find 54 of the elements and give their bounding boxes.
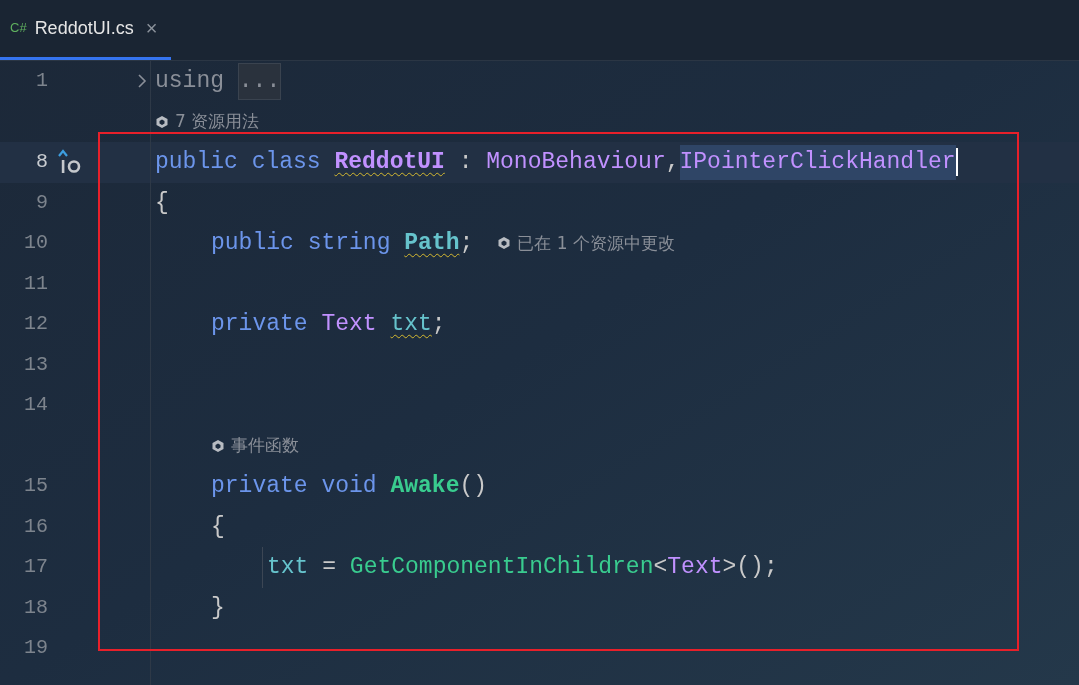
file-tab[interactable]: C# ReddotUI.cs × xyxy=(0,0,172,60)
line-number: 13 xyxy=(24,351,48,378)
code-token: Text xyxy=(667,553,723,582)
code-token: Text xyxy=(321,310,377,339)
line-number: 16 xyxy=(24,513,48,540)
code-token: MonoBehaviour xyxy=(486,148,666,177)
code-token: Path xyxy=(404,229,460,258)
code-token: { xyxy=(155,188,169,218)
usage-hint[interactable]: 已在 1 个资源中更改 xyxy=(517,230,675,256)
usage-hint[interactable]: 事件函数 xyxy=(231,433,299,459)
code-token: IPointerClickHandler xyxy=(679,145,956,180)
code-token: class xyxy=(251,148,321,177)
code-token: { xyxy=(211,512,225,542)
usage-hint[interactable]: 7 资源用法 xyxy=(175,109,260,135)
code-token: using xyxy=(155,67,224,96)
code-token: Awake xyxy=(390,472,460,501)
code-token: GetComponentInChildren xyxy=(349,553,654,582)
line-number: 19 xyxy=(24,635,48,662)
line-number: 17 xyxy=(24,554,48,581)
code-token: txt xyxy=(390,310,432,339)
line-number: 15 xyxy=(24,473,48,500)
line-number: 9 xyxy=(36,189,48,216)
tab-title: ReddotUI.cs xyxy=(34,16,134,40)
code-token: public xyxy=(155,148,238,177)
code-token: } xyxy=(211,593,225,623)
line-number: 8 xyxy=(36,149,48,176)
code-token: private xyxy=(211,472,308,501)
folded-code[interactable]: ... xyxy=(237,63,282,100)
code-token: = xyxy=(322,553,337,582)
code-token: ReddotUI xyxy=(334,148,445,177)
line-number: 1 xyxy=(36,68,48,95)
close-button[interactable]: × xyxy=(141,13,162,43)
code-token: >(); xyxy=(722,553,778,582)
line-number: 11 xyxy=(24,270,48,297)
cube-icon xyxy=(211,438,225,453)
code-token: ; xyxy=(459,229,474,258)
code-token: string xyxy=(307,229,391,258)
chevron-right-icon[interactable] xyxy=(137,73,147,90)
code-token: ; xyxy=(431,310,446,339)
line-number: 18 xyxy=(24,594,48,621)
code-token: void xyxy=(321,472,377,501)
code-token: txt xyxy=(267,553,309,582)
cube-icon xyxy=(497,236,512,251)
code-token: : xyxy=(458,148,473,177)
line-number: 14 xyxy=(24,392,48,419)
code-token: < xyxy=(653,553,668,582)
code-token: , xyxy=(665,148,680,177)
language-label: C# xyxy=(10,19,27,38)
line-number: 10 xyxy=(24,230,48,257)
line-number: 12 xyxy=(24,311,48,338)
code-token: () xyxy=(459,472,488,501)
code-token: public xyxy=(211,229,294,258)
code-token: private xyxy=(211,310,308,339)
cube-icon xyxy=(155,114,169,129)
